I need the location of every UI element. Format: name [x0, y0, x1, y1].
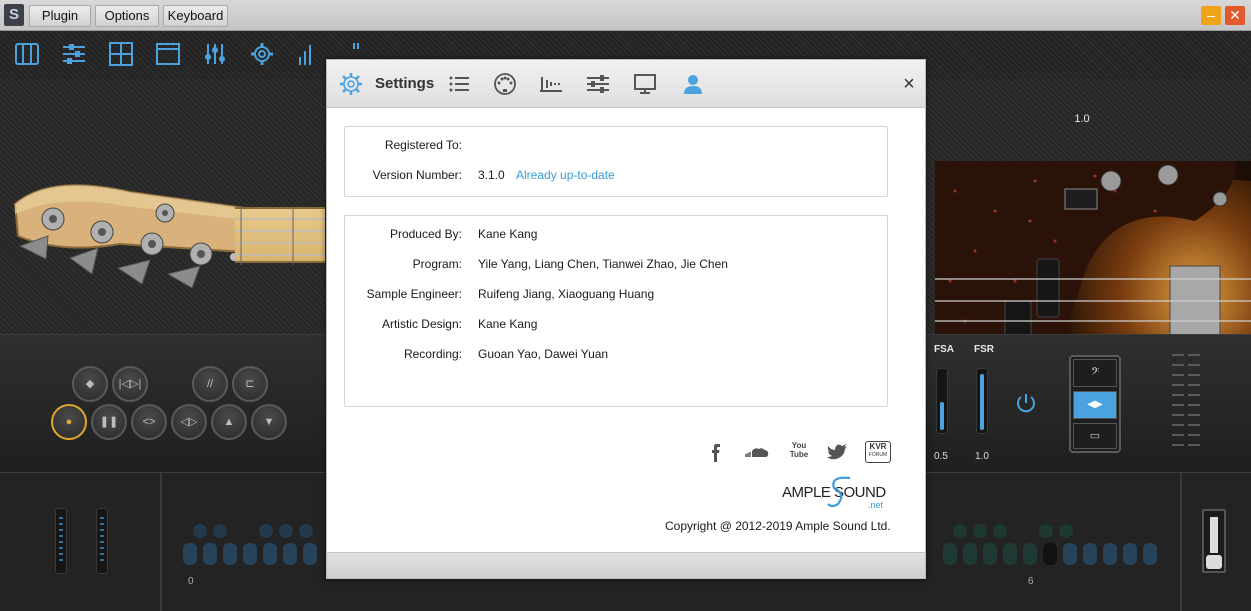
- settings-header: Settings ×: [327, 60, 925, 108]
- bar-chart-icon[interactable]: [296, 41, 322, 67]
- keyboard-marker-right: 6: [1028, 576, 1034, 587]
- neck-position-readout: 1.0: [1074, 113, 1090, 125]
- kvr-forum-text: FORUM: [868, 452, 888, 458]
- version-value: 3.1.0: [478, 168, 505, 182]
- credit-value: Ruifeng Jiang, Xiaoguang Huang: [478, 287, 655, 301]
- nudge-button[interactable]: ◁▷: [171, 404, 207, 440]
- menu-plugin[interactable]: Plugin: [29, 5, 91, 27]
- pause-button[interactable]: ❚❚: [91, 404, 127, 440]
- control-button-bracket[interactable]: ⊏: [232, 366, 268, 402]
- facebook-icon[interactable]: [705, 441, 729, 463]
- level-meter: [1172, 354, 1200, 446]
- credit-row: Artistic Design: Kane Kang: [345, 317, 889, 337]
- grid-panel-icon[interactable]: [108, 41, 134, 67]
- fsr-slider[interactable]: [976, 368, 988, 434]
- record-button[interactable]: ●: [51, 404, 87, 440]
- fsa-label: FSA: [934, 344, 954, 355]
- registered-label: Registered To:: [384, 138, 462, 152]
- credit-value: Yile Yang, Liang Chen, Tianwei Zhao, Jie…: [478, 257, 728, 271]
- window-panel-icon[interactable]: [155, 41, 181, 67]
- menu-bar: S Plugin Options Keyboard – ✕: [0, 0, 1251, 31]
- mod-wheel[interactable]: [96, 508, 108, 574]
- fsr-value: 1.0: [975, 451, 989, 462]
- minimize-button[interactable]: –: [1201, 6, 1221, 25]
- version-row: Version Number: 3.1.0 Already up-to-date: [345, 168, 889, 188]
- key-dots-left: [193, 524, 313, 538]
- credit-value: Kane Kang: [478, 317, 538, 331]
- registration-panel: Registered To: Version Number: 3.1.0 Alr…: [344, 126, 888, 197]
- app-logo-icon: S: [4, 4, 24, 26]
- bass-neck: [235, 207, 325, 265]
- settings-title: Settings: [375, 75, 435, 92]
- arrows-icon[interactable]: ◀▶: [1073, 391, 1117, 419]
- piano-keys-icon[interactable]: [14, 41, 40, 67]
- mixer-sliders-icon[interactable]: [61, 41, 87, 67]
- waveform-icon[interactable]: [539, 72, 563, 96]
- gear-icon[interactable]: [339, 72, 363, 96]
- credit-row: Sample Engineer: Ruifeng Jiang, Xiaoguan…: [345, 287, 889, 307]
- copyright-text: Copyright @ 2012-2019 Ample Sound Ltd.: [665, 519, 891, 533]
- update-status-link[interactable]: Already up-to-date: [516, 168, 615, 182]
- credit-label: Sample Engineer:: [366, 287, 462, 301]
- credit-row: Program: Yile Yang, Liang Chen, Tianwei …: [345, 257, 889, 277]
- menu-keyboard[interactable]: Keyboard: [163, 5, 228, 27]
- guitar-icon[interactable]: 𝄢: [1073, 359, 1117, 387]
- credit-row: Recording: Guoan Yao, Dawei Yuan: [345, 347, 889, 367]
- keyboard-marker-left: 0: [188, 576, 194, 587]
- control-button-mark[interactable]: ◆: [72, 366, 108, 402]
- credits-panel: Produced By: Kane Kang Program: Yile Yan…: [344, 215, 888, 407]
- kvr-forum-icon[interactable]: KVR FORUM: [865, 441, 891, 463]
- sustain-pedal-icon[interactable]: [1202, 509, 1226, 573]
- key-pills-left: [183, 543, 317, 565]
- gear-icon[interactable]: [249, 41, 275, 67]
- settings-dialog: Settings × Registered To: Version Number…: [326, 59, 926, 579]
- sliders-icon[interactable]: [586, 72, 610, 96]
- plugin-window: S Plugin Options Keyboard – ✕ 1.0 ◆ |◁▷|…: [0, 0, 1251, 611]
- control-button-skip[interactable]: |◁▷|: [112, 366, 148, 402]
- credit-label: Produced By:: [389, 227, 462, 241]
- kvr-text: KVR: [869, 442, 887, 451]
- youtube-icon[interactable]: You Tube: [787, 441, 811, 463]
- credit-label: Recording:: [403, 347, 462, 361]
- pitch-wheel[interactable]: [55, 508, 67, 574]
- control-button-slash[interactable]: //: [192, 366, 228, 402]
- close-dialog-button[interactable]: ×: [899, 74, 919, 94]
- credit-row: Produced By: Kane Kang: [345, 227, 889, 247]
- credit-label: Program:: [412, 257, 462, 271]
- ample-sound-logo: AMPLE SOUND .net: [782, 476, 892, 510]
- down-button[interactable]: ▼: [251, 404, 287, 440]
- credit-value: Guoan Yao, Dawei Yuan: [478, 347, 609, 361]
- bass-headstock: [10, 174, 250, 289]
- loop-button[interactable]: <>: [131, 404, 167, 440]
- fsr-label: FSR: [974, 344, 994, 355]
- version-label: Version Number:: [372, 168, 462, 182]
- key-dots-right: [953, 524, 1073, 538]
- window-close-button[interactable]: ✕: [1225, 6, 1245, 25]
- soundcloud-icon[interactable]: [744, 441, 770, 463]
- key-pills-right: [943, 543, 1157, 565]
- fsa-slider[interactable]: [936, 368, 948, 434]
- credit-value: Kane Kang: [478, 227, 538, 241]
- monitor-icon[interactable]: [633, 72, 657, 96]
- settings-footer: [327, 552, 925, 578]
- menu-options[interactable]: Options: [95, 5, 159, 27]
- articulation-panel: 𝄢 ◀▶ ▭: [1069, 355, 1121, 453]
- registered-row: Registered To:: [345, 138, 889, 158]
- twitter-icon[interactable]: [825, 441, 849, 463]
- power-icon[interactable]: [1014, 391, 1038, 415]
- midi-icon[interactable]: [493, 72, 517, 96]
- equalizer-icon[interactable]: [202, 41, 228, 67]
- credit-label: Artistic Design:: [381, 317, 462, 331]
- up-button[interactable]: ▲: [211, 404, 247, 440]
- user-icon[interactable]: [681, 72, 705, 96]
- fsa-value: 0.5: [934, 451, 948, 462]
- list-icon[interactable]: [447, 72, 471, 96]
- pattern-icon[interactable]: ▭: [1073, 423, 1117, 449]
